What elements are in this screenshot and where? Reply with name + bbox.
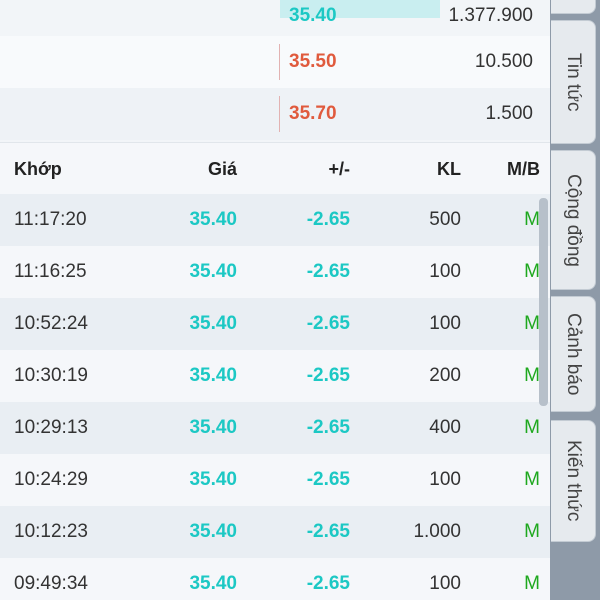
trade-price: 35.40 (189, 313, 237, 334)
trade-time: 10:30:19 (14, 365, 88, 386)
trade-row: 10:12:23 35.40 -2.65 1.000 M (0, 506, 550, 558)
trade-side: M (524, 313, 540, 334)
trade-volume: 100 (429, 469, 461, 490)
trade-change: -2.65 (306, 469, 350, 490)
order-book-divider (279, 44, 280, 80)
trade-volume: 400 (429, 417, 461, 438)
trade-change: -2.65 (306, 313, 350, 334)
order-book-price: 35.70 (289, 103, 337, 124)
trade-price: 35.40 (189, 573, 237, 594)
trade-time: 10:29:13 (14, 417, 88, 438)
trade-change: -2.65 (306, 573, 350, 594)
column-header-price: Giá (207, 159, 237, 179)
order-book-price: 35.50 (289, 51, 337, 72)
trade-volume: 100 (429, 573, 461, 594)
trade-change: -2.65 (306, 365, 350, 386)
trade-price: 35.40 (189, 521, 237, 542)
tab-alerts[interactable]: Cảnh báo (551, 296, 596, 412)
trade-time: 09:49:34 (14, 573, 88, 594)
trade-price: 35.40 (189, 261, 237, 282)
trade-side: M (524, 261, 540, 282)
trade-row: 10:30:19 35.40 -2.65 200 M (0, 350, 550, 402)
trade-time: 10:24:29 (14, 469, 88, 490)
trade-row: 11:16:25 35.40 -2.65 100 M (0, 246, 550, 298)
trade-side: M (524, 469, 540, 490)
trade-change: -2.65 (306, 261, 350, 282)
trade-change: -2.65 (306, 209, 350, 230)
tab-community[interactable]: Cộng đồng (551, 150, 596, 290)
trade-side: M (524, 365, 540, 386)
tab-news-label: Tin tức (563, 52, 584, 112)
order-book-row: 35.50 10.500 (0, 36, 550, 88)
trade-row: 09:49:34 35.40 -2.65 100 M (0, 558, 550, 600)
trade-volume: 500 (429, 209, 461, 230)
trade-side: M (524, 521, 540, 542)
trade-volume: 1.000 (413, 521, 461, 542)
column-header-time: Khớp (14, 159, 62, 179)
trade-price: 35.40 (189, 417, 237, 438)
trade-price: 35.40 (189, 365, 237, 386)
trade-time: 11:16:25 (14, 261, 87, 282)
tab-knowledge-label: Kiến thức (563, 440, 584, 522)
trade-row: 11:17:20 35.40 -2.65 500 M (0, 194, 550, 246)
trade-volume: 100 (429, 313, 461, 334)
trade-volume: 100 (429, 261, 461, 282)
tab-knowledge[interactable]: Kiến thức (551, 420, 596, 542)
order-book-divider (279, 96, 280, 132)
order-book-volume: 10.500 (474, 51, 533, 72)
tab-top-partial[interactable] (551, 0, 596, 14)
trade-row: 10:52:24 35.40 -2.65 100 M (0, 298, 550, 350)
side-tab-bar: Tin tức Cộng đồng Cảnh báo Kiến thức (550, 0, 600, 600)
trade-change: -2.65 (306, 521, 350, 542)
tab-alerts-label: Cảnh báo (563, 312, 584, 396)
order-book-row: 35.70 1.500 (0, 88, 550, 140)
tab-community-label: Cộng đồng (563, 173, 584, 267)
order-book-volume: 1.500 (485, 103, 533, 124)
trade-side: M (524, 209, 540, 230)
trade-time: 11:17:20 (14, 209, 87, 230)
trade-time: 10:12:23 (14, 521, 88, 542)
trade-volume: 200 (429, 365, 461, 386)
trade-side: M (524, 417, 540, 438)
stock-detail-panel: 35.40 1.377.900 35.50 10.500 35.70 1.500… (0, 0, 550, 600)
trades-header: Khớp Giá +/- KL M/B (0, 142, 550, 195)
trade-side: M (524, 573, 540, 594)
trade-change: -2.65 (306, 417, 350, 438)
trade-time: 10:52:24 (14, 313, 88, 334)
column-header-side: M/B (507, 159, 540, 179)
trade-price: 35.40 (189, 469, 237, 490)
column-header-change: +/- (328, 159, 350, 179)
trade-price: 35.40 (189, 209, 237, 230)
trade-row: 10:24:29 35.40 -2.65 100 M (0, 454, 550, 506)
tab-news[interactable]: Tin tức (551, 20, 596, 144)
scrollbar-thumb[interactable] (539, 198, 548, 406)
column-header-volume: KL (437, 159, 461, 179)
trade-row: 10:29:13 35.40 -2.65 400 M (0, 402, 550, 454)
